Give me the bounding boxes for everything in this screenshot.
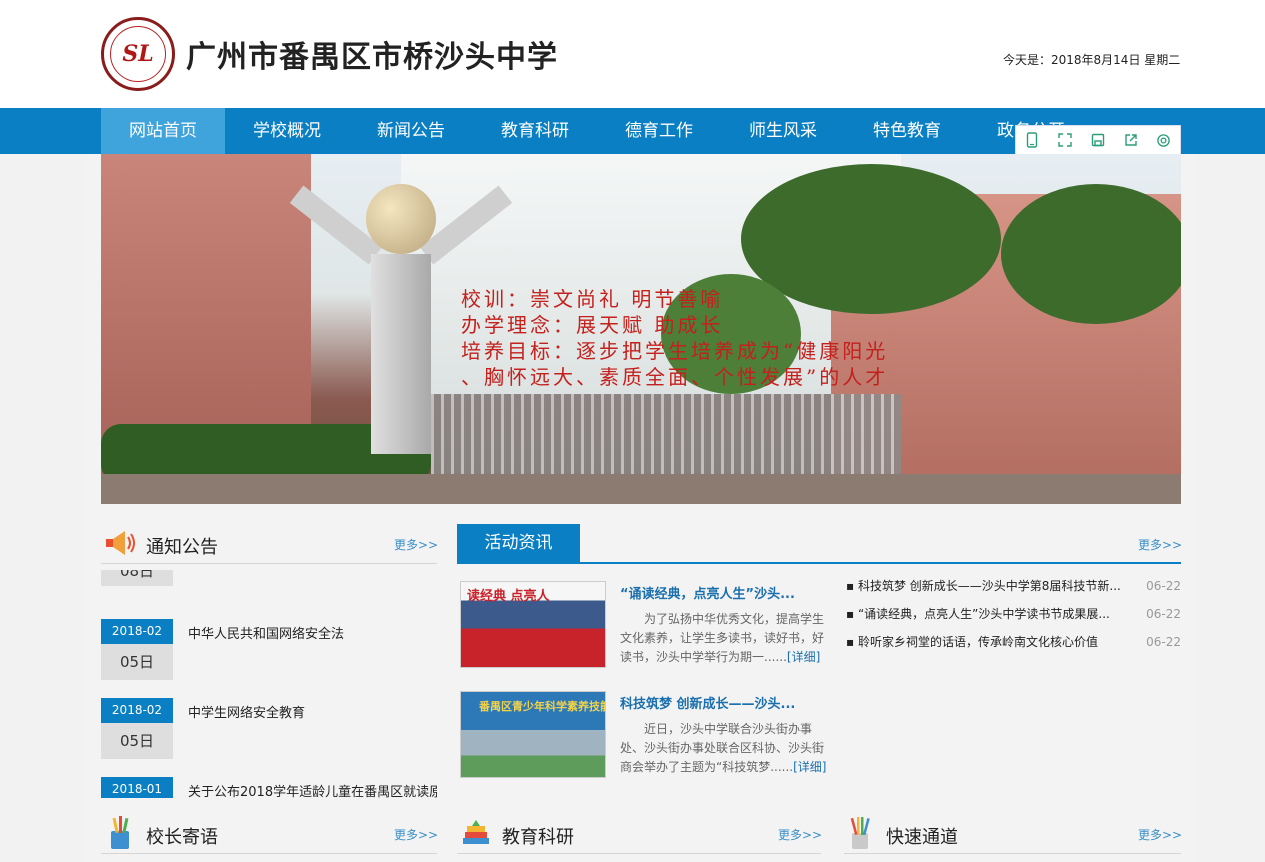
news-summary: 为了弘扬中华优秀文化，提高学生文化素养，让学生多读书，读好书，好读书，沙头中学举… [620, 612, 825, 664]
principal-divider [101, 853, 437, 854]
colored-pencils-icon [844, 814, 876, 852]
nav-item-showcase[interactable]: 师生风采 [721, 108, 845, 154]
share-icon[interactable] [1114, 126, 1147, 154]
megaphone-icon [101, 527, 137, 559]
principal-title: 校长寄语 [146, 827, 218, 848]
notice-month: 2018-01 [101, 777, 173, 798]
quick-access-title: 快速通道 [886, 827, 958, 848]
school-logo[interactable]: SL [101, 17, 175, 91]
banner-image[interactable]: 校训：崇文尚礼 明节善喻 办学理念：展天赋 助成长 培养目标：逐步把学生培养成为… [101, 154, 1181, 504]
pencil-cup-icon [104, 815, 136, 851]
detail-link[interactable]: [详细] [793, 760, 826, 774]
notice-day: 05日 [101, 644, 173, 680]
motto-line: 、胸怀远大、素质全面、个性发展”的人才 [461, 365, 889, 389]
logo-emblem: SL [110, 26, 166, 82]
notice-title: 通知公告 [146, 537, 218, 558]
quick-access-divider [844, 853, 1181, 854]
activity-list: ▪ 科技筑梦 创新成长——沙头中学第8届科技节新... 06-22 ▪ “诵读经… [846, 577, 1181, 661]
nav-item-research[interactable]: 教育科研 [473, 108, 597, 154]
list-item[interactable]: 2018-02 05日 中华人民共和国网络安全法 [101, 619, 437, 698]
research-divider [457, 853, 821, 854]
activity-more-link[interactable]: 更多>> [1138, 536, 1182, 553]
detail-link[interactable]: [详细] [787, 650, 820, 664]
settings-icon[interactable] [1147, 126, 1180, 154]
activity-tab-underline [457, 562, 1181, 564]
notice-link[interactable]: 中学生网络安全教育 [188, 702, 305, 721]
notice-month: 2018-02 [101, 698, 173, 723]
nav-item-special[interactable]: 特色教育 [845, 108, 969, 154]
nav-item-moral[interactable]: 德育工作 [597, 108, 721, 154]
list-item[interactable]: 2018-02 05日 中学生网络安全教育 [101, 698, 437, 777]
save-icon[interactable] [1082, 126, 1115, 154]
mobile-icon[interactable] [1016, 126, 1049, 154]
notice-link[interactable]: 关于公布2018学年适龄儿童在番禺区就读原则 [188, 781, 437, 798]
list-item[interactable]: ▪ 科技筑梦 创新成长——沙头中学第8届科技节新... 06-22 [846, 577, 1181, 605]
news-thumbnail[interactable]: 读经典 点亮人 [460, 581, 606, 668]
notice-link[interactable]: 中华人民共和国网络安全法 [188, 623, 344, 642]
activity-date: 06-22 [1146, 579, 1181, 593]
nav-item-about[interactable]: 学校概况 [225, 108, 349, 154]
notice-more-link[interactable]: 更多>> [394, 536, 438, 553]
notice-month: 2018-02 [101, 619, 173, 644]
motto-line: 办学理念：展天赋 助成长 [461, 313, 724, 337]
fullscreen-icon[interactable] [1049, 126, 1082, 154]
activity-link[interactable]: ▪ 科技筑梦 创新成长——沙头中学第8届科技节新... [846, 577, 1126, 595]
research-title: 教育科研 [502, 827, 574, 848]
list-item[interactable]: ▪ “诵读经典，点亮人生”沙头中学读书节成果展... 06-22 [846, 605, 1181, 633]
nav-item-news[interactable]: 新闻公告 [349, 108, 473, 154]
news-title[interactable]: 科技筑梦 创新成长——沙头... [620, 693, 795, 712]
date-display: 今天是：2018年8月14日 星期二 [1003, 53, 1181, 67]
news-thumbnail[interactable]: 番禺区青少年科学素养技能大赛 [460, 691, 606, 778]
activity-date: 06-22 [1146, 607, 1181, 621]
nav-item-home[interactable]: 网站首页 [101, 108, 225, 154]
notice-day: 08日 [101, 570, 173, 586]
notice-divider [101, 563, 437, 564]
motto-line: 培养目标：逐步把学生培养成为“健康阳光 [461, 339, 889, 363]
list-item[interactable]: ▪ 聆听家乡祠堂的话语，传承岭南文化核心价值 06-22 [846, 633, 1181, 661]
school-monument [211, 174, 513, 454]
research-more-link[interactable]: 更多>> [778, 826, 822, 843]
site-title[interactable]: 广州市番禺区市桥沙头中学 [186, 32, 558, 76]
notice-list: 08日 2018-02 05日 中华人民共和国网络安全法 2018-02 05日… [101, 570, 437, 798]
news-card[interactable]: 番禺区青少年科学素养技能大赛 科技筑梦 创新成长——沙头... 近日，沙头中学联… [457, 688, 827, 792]
activity-link[interactable]: ▪ “诵读经典，点亮人生”沙头中学读书节成果展... [846, 605, 1126, 623]
books-icon [459, 817, 493, 849]
quick-access-more-link[interactable]: 更多>> [1138, 826, 1182, 843]
activity-date: 06-22 [1146, 635, 1181, 649]
school-motto: 校训：崇文尚礼 明节善喻 办学理念：展天赋 助成长 培养目标：逐步把学生培养成为… [461, 286, 888, 390]
list-item[interactable]: 2018-01 关于公布2018学年适龄儿童在番禺区就读原则 [101, 777, 437, 798]
news-summary: 近日，沙头中学联合沙头街办事处、沙头街办事处联合区科协、沙头街商会举办了主题为“… [620, 722, 827, 774]
principal-more-link[interactable]: 更多>> [394, 826, 438, 843]
site-header: SL 广州市番禺区市桥沙头中学 今天是：2018年8月14日 星期二 [0, 0, 1265, 108]
motto-line: 校训：崇文尚礼 明节善喻 [461, 287, 724, 311]
news-card[interactable]: 读经典 点亮人 “诵读经典，点亮人生”沙头... 为了弘扬中华优秀文化，提高学生… [457, 578, 827, 678]
tab-activity-news[interactable]: 活动资讯 [457, 524, 580, 563]
floating-toolbar [1015, 125, 1181, 155]
activity-link[interactable]: ▪ 聆听家乡祠堂的话语，传承岭南文化核心价值 [846, 633, 1126, 651]
notice-day: 05日 [101, 723, 173, 759]
news-title[interactable]: “诵读经典，点亮人生”沙头... [620, 583, 795, 602]
